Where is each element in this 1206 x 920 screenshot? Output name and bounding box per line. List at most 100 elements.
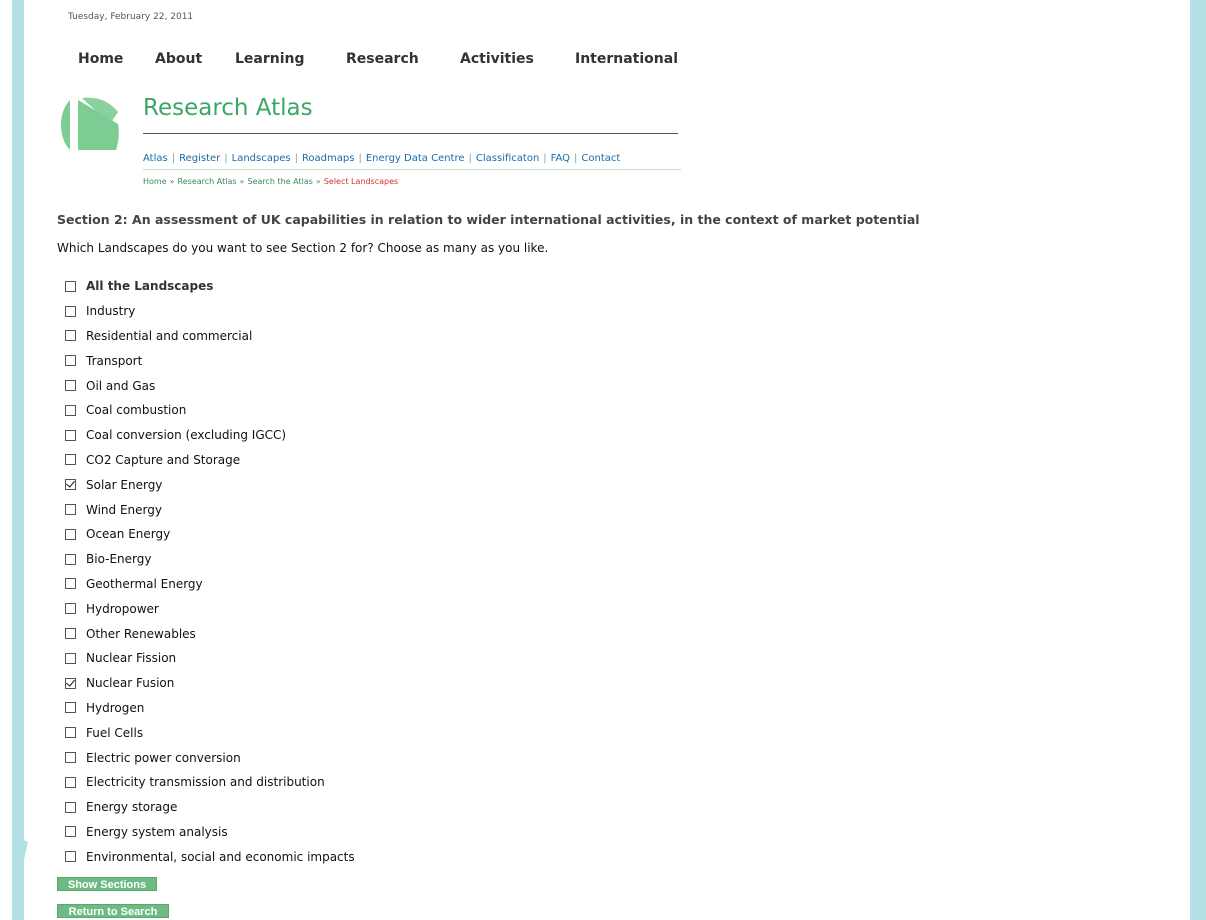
show-sections-button[interactable]: Show Sections (57, 877, 157, 891)
landscape-checkbox-list: All the Landscapes Industry Residential an… (65, 274, 355, 869)
landscape-option[interactable]: Wind Energy (65, 497, 355, 522)
checkbox[interactable] (65, 528, 76, 540)
subnav-classification[interactable]: Classificaton (476, 153, 539, 164)
landscape-option[interactable]: Energy system analysis (65, 820, 355, 845)
breadcrumb: Home» Research Atlas» Search the Atlas» Sel… (143, 177, 398, 186)
checkbox[interactable] (65, 454, 76, 466)
landscape-option-label: CO2 Capture and Storage (86, 452, 241, 467)
breadcrumb-current: Select Landscapes (323, 177, 399, 186)
landscape-option-label: Electricity transmission and distributio… (86, 775, 325, 790)
landscape-option-label: All the Landscapes (86, 279, 214, 294)
landscape-option[interactable]: Geothermal Energy (65, 572, 355, 597)
separator: | (574, 153, 578, 164)
checkbox[interactable] (65, 652, 76, 664)
checkbox[interactable] (65, 553, 76, 565)
checkbox[interactable] (65, 826, 76, 838)
landscape-option-label: Fuel Cells (86, 725, 144, 740)
landscape-option[interactable]: Solar Energy (65, 472, 355, 497)
landscape-option[interactable]: Electric power conversion (65, 745, 355, 770)
checkbox[interactable] (65, 330, 76, 342)
landscape-option-label: Nuclear Fusion (86, 676, 175, 691)
nav-about[interactable]: About (155, 51, 235, 67)
landscape-option-label: Energy system analysis (86, 824, 228, 839)
research-atlas-logo (61, 97, 119, 150)
landscape-option[interactable]: Ocean Energy (65, 522, 355, 547)
subnav-atlas[interactable]: Atlas (143, 153, 168, 164)
subnav-energy-data-centre[interactable]: Energy Data Centre (366, 153, 465, 164)
landscape-option[interactable]: All the Landscapes (65, 274, 355, 299)
checkbox[interactable] (65, 404, 76, 416)
landscape-option[interactable]: Coal combustion (65, 398, 355, 423)
checkbox-checked[interactable] (65, 479, 76, 491)
breadcrumb-home[interactable]: Home (143, 177, 167, 186)
breadcrumb-separator: » (239, 177, 245, 186)
landscape-option-label: Environmental, social and economic impac… (86, 849, 355, 864)
breadcrumb-search-the-atlas[interactable]: Search the Atlas (247, 177, 312, 186)
subnav-roadmaps[interactable]: Roadmaps (302, 153, 355, 164)
landscape-option-label: Bio-Energy (86, 552, 152, 567)
checkbox[interactable] (65, 578, 76, 590)
checkbox[interactable] (65, 280, 76, 292)
nav-international[interactable]: International (575, 51, 678, 67)
breadcrumb-research-atlas[interactable]: Research Atlas (178, 177, 237, 186)
separator: | (171, 153, 176, 164)
checkbox[interactable] (65, 801, 76, 813)
landscape-option-label: Oil and Gas (86, 378, 156, 393)
landscape-option[interactable]: Electricity transmission and distributio… (65, 770, 355, 795)
landscape-option[interactable]: Transport (65, 348, 355, 373)
separator: | (294, 153, 298, 164)
landscape-option[interactable]: Coal conversion (excluding IGCC) (65, 423, 355, 448)
checkbox-checked[interactable] (65, 677, 76, 689)
landscape-option[interactable]: Nuclear Fission (65, 646, 355, 671)
landscape-option-label: Electric power conversion (86, 750, 241, 765)
checkbox[interactable] (65, 380, 76, 392)
nav-research[interactable]: Research (346, 51, 460, 67)
nav-learning[interactable]: Learning (235, 51, 346, 67)
landscape-option-label: Coal combustion (86, 403, 187, 418)
landscape-option-label: Nuclear Fission (86, 651, 177, 666)
checkbox[interactable] (65, 305, 76, 317)
nav-activities[interactable]: Activities (460, 51, 575, 67)
landscape-option-label: Transport (86, 353, 143, 368)
subnav-register[interactable]: Register (179, 153, 220, 164)
landscape-option[interactable]: Residential and commercial (65, 324, 355, 349)
landscape-option[interactable]: Bio-Energy (65, 547, 355, 572)
checkbox[interactable] (65, 752, 76, 764)
landscape-option[interactable]: Industry (65, 299, 355, 324)
landscape-option-label: Wind Energy (86, 502, 162, 517)
checkbox[interactable] (65, 776, 76, 788)
landscape-option[interactable]: Oil and Gas (65, 373, 355, 398)
checkbox[interactable] (65, 628, 76, 640)
title-divider (143, 133, 678, 134)
landscape-option[interactable]: Environmental, social and economic impac… (65, 844, 355, 869)
subnav-divider (143, 169, 681, 170)
return-to-search-button[interactable]: Return to Search (57, 904, 169, 918)
breadcrumb-separator: » (315, 177, 321, 186)
landscape-option-label: Geothermal Energy (86, 576, 203, 591)
landscape-option[interactable]: Energy storage (65, 795, 355, 820)
landscape-option[interactable]: Other Renewables (65, 621, 355, 646)
landscape-option[interactable]: Nuclear Fusion (65, 671, 355, 696)
separator: | (468, 153, 472, 164)
checkbox[interactable] (65, 504, 76, 516)
checkbox[interactable] (65, 851, 76, 863)
subnav-faq[interactable]: FAQ (551, 153, 570, 164)
landscape-option-label: Ocean Energy (86, 527, 171, 542)
subnav-landscapes[interactable]: Landscapes (232, 153, 291, 164)
landscape-option-label: Coal conversion (excluding IGCC) (86, 428, 287, 443)
checkbox[interactable] (65, 355, 76, 367)
checkbox[interactable] (65, 727, 76, 739)
page: Tuesday, February 22, 2011 Home About Le… (0, 0, 1206, 920)
section-heading: Section 2: An assessment of UK capabilit… (57, 212, 920, 227)
nav-home[interactable]: Home (78, 51, 155, 67)
subnav-contact[interactable]: Contact (581, 153, 620, 164)
landscape-option-label: Industry (86, 304, 136, 319)
checkbox[interactable] (65, 603, 76, 615)
landscape-option[interactable]: CO2 Capture and Storage (65, 448, 355, 473)
landscape-option[interactable]: Fuel Cells (65, 720, 355, 745)
landscape-option[interactable]: Hydropower (65, 596, 355, 621)
checkbox[interactable] (65, 702, 76, 714)
separator: | (543, 153, 547, 164)
landscape-option[interactable]: Hydrogen (65, 696, 355, 721)
checkbox[interactable] (65, 429, 76, 441)
